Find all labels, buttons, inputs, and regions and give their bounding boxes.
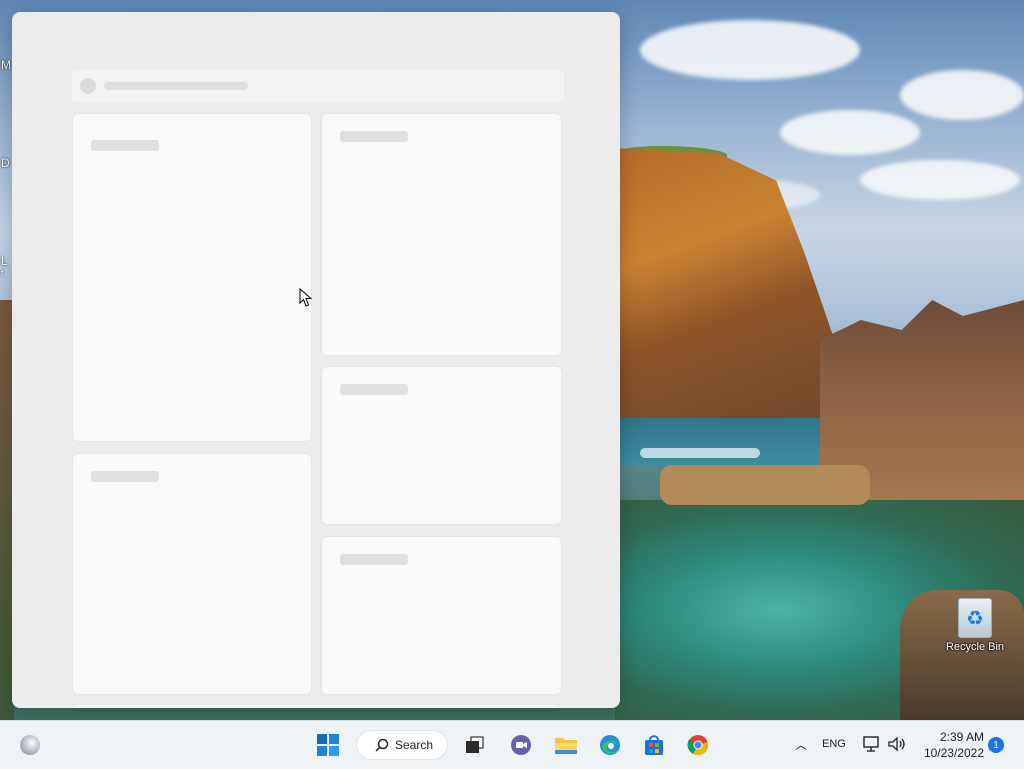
desktop-icon-label-partial[interactable]: t	[1, 268, 4, 278]
edge-browser-button[interactable]	[594, 729, 626, 761]
recycle-bin-shortcut[interactable]: ♻ Recycle Bin	[940, 598, 1010, 653]
widgets-panel	[12, 12, 620, 708]
widget-card-skeleton[interactable]	[72, 113, 312, 442]
widget-card-skeleton[interactable]	[72, 453, 312, 695]
taskbar-search-button[interactable]: Search	[356, 730, 448, 760]
card-title-placeholder	[91, 140, 159, 151]
network-icon[interactable]	[862, 735, 882, 753]
weather-icon	[20, 735, 40, 755]
show-hidden-icons-chevron-icon[interactable]: ︿	[792, 735, 810, 753]
clock-time: 2:39 AM	[939, 730, 984, 744]
system-clock[interactable]: 2:39 AM 10/23/2022	[914, 729, 984, 761]
desktop-icon-label-partial[interactable]: M	[1, 58, 11, 72]
clock-date: 10/23/2022	[923, 746, 984, 760]
chat-button[interactable]	[505, 729, 537, 761]
card-title-placeholder	[340, 131, 408, 142]
windows-logo-icon	[317, 734, 339, 756]
task-view-button[interactable]	[459, 729, 491, 761]
widget-card-skeleton[interactable]	[321, 536, 562, 695]
widget-card-skeleton	[72, 705, 560, 708]
task-view-icon	[466, 736, 484, 753]
start-button[interactable]	[312, 729, 344, 761]
widget-card-skeleton[interactable]	[321, 113, 562, 356]
recycle-bin-label: Recycle Bin	[945, 641, 1005, 653]
recycle-bin-icon: ♻	[958, 598, 992, 638]
file-explorer-button[interactable]	[550, 729, 582, 761]
search-label: Search	[395, 738, 434, 752]
desktop-icon-label-partial[interactable]: L	[1, 254, 8, 268]
taskbar: Search ︿ ENG 2:39 AM 10/23/2022 1	[0, 720, 1024, 769]
volume-icon[interactable]	[887, 735, 907, 753]
desktop-icon-label-partial[interactable]: D	[1, 156, 10, 170]
edge-icon	[600, 735, 620, 755]
weather-widget-button[interactable]	[14, 729, 46, 761]
notification-badge[interactable]: 1	[988, 737, 1004, 753]
card-title-placeholder	[91, 471, 159, 482]
chrome-icon	[687, 735, 708, 756]
teams-chat-icon	[511, 735, 531, 755]
profile-placeholder-icon	[80, 78, 96, 94]
widgets-search-placeholder[interactable]	[72, 70, 564, 102]
mouse-cursor-icon	[299, 288, 313, 307]
widget-card-skeleton[interactable]	[321, 366, 562, 525]
card-title-placeholder	[340, 384, 408, 395]
chrome-browser-button[interactable]	[682, 729, 714, 761]
search-icon	[375, 738, 389, 752]
microsoft-store-button[interactable]	[638, 729, 670, 761]
folder-icon	[555, 738, 577, 754]
card-title-placeholder	[340, 554, 408, 565]
store-bag-icon	[645, 735, 663, 755]
input-language-indicator[interactable]: ENG	[822, 738, 846, 750]
search-text-placeholder	[104, 82, 248, 90]
